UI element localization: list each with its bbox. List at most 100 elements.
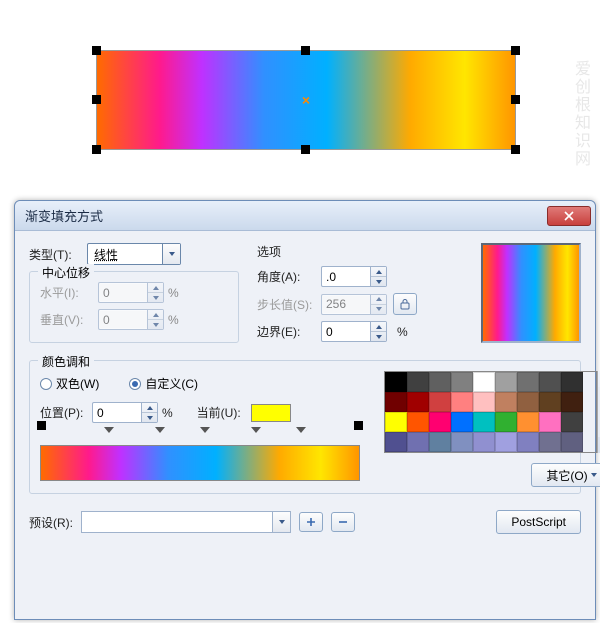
color-palette[interactable] xyxy=(384,371,597,453)
palette-cell[interactable] xyxy=(429,432,451,452)
position-label: 位置(P): xyxy=(40,404,92,421)
palette-cell[interactable] xyxy=(517,432,539,452)
current-label: 当前(U): xyxy=(197,404,251,421)
resize-handle-mid-left[interactable] xyxy=(92,95,101,104)
palette-cell[interactable] xyxy=(561,412,583,432)
two-color-radio[interactable]: 双色(W) xyxy=(40,375,99,392)
custom-radio[interactable]: 自定义(C) xyxy=(129,375,198,392)
edge-input[interactable] xyxy=(322,323,370,340)
palette-cell[interactable] xyxy=(407,392,429,412)
palette-cell[interactable] xyxy=(451,392,473,412)
selected-gradient-rect[interactable]: × xyxy=(96,50,516,150)
lock-icon xyxy=(399,298,411,310)
gradient-fill-dialog: 渐变填充方式 类型(T): 线性 中心位移 水平(I): xyxy=(14,200,596,620)
resize-handle-top-right[interactable] xyxy=(511,46,520,55)
center-marker[interactable]: × xyxy=(301,95,311,105)
horizontal-spinner xyxy=(98,282,164,303)
horizontal-label: 水平(I): xyxy=(40,284,98,301)
palette-cell[interactable] xyxy=(385,412,407,432)
canvas[interactable]: 爱创根知识网 × xyxy=(0,0,600,200)
edge-spinner[interactable] xyxy=(321,321,387,342)
position-spin-buttons[interactable] xyxy=(141,403,157,422)
chevron-down-icon xyxy=(162,244,180,264)
dialog-title: 渐变填充方式 xyxy=(25,206,547,225)
palette-cell[interactable] xyxy=(429,392,451,412)
gradient-preview xyxy=(481,243,581,343)
palette-cell[interactable] xyxy=(429,412,451,432)
resize-handle-top-mid[interactable] xyxy=(301,46,310,55)
palette-cell[interactable] xyxy=(561,392,583,412)
palette-cell[interactable] xyxy=(451,432,473,452)
palette-cell[interactable] xyxy=(517,412,539,432)
vertical-label: 垂直(V): xyxy=(40,311,98,328)
position-input[interactable] xyxy=(93,404,141,421)
angle-spin-buttons[interactable] xyxy=(370,267,386,286)
gradient-midpoint[interactable] xyxy=(200,423,210,431)
palette-cell[interactable] xyxy=(539,432,561,452)
palette-cell[interactable] xyxy=(517,372,539,392)
gradient-stop-end[interactable] xyxy=(354,421,363,430)
titlebar[interactable]: 渐变填充方式 xyxy=(15,201,595,231)
palette-cell[interactable] xyxy=(407,412,429,432)
other-colors-button[interactable]: 其它(O) xyxy=(531,463,600,487)
angle-input[interactable] xyxy=(322,268,370,285)
step-label: 步长值(S): xyxy=(257,296,321,313)
color-harmony-title: 颜色调和 xyxy=(38,353,94,370)
palette-cell[interactable] xyxy=(473,392,495,412)
palette-cell[interactable] xyxy=(429,372,451,392)
vertical-percent: % xyxy=(168,313,179,327)
resize-handle-bottom-left[interactable] xyxy=(92,145,101,154)
palette-cell[interactable] xyxy=(451,412,473,432)
horizontal-percent: % xyxy=(168,286,179,300)
position-spinner[interactable] xyxy=(92,402,158,423)
palette-cell[interactable] xyxy=(407,372,429,392)
palette-cell[interactable] xyxy=(495,372,517,392)
palette-cell[interactable] xyxy=(539,372,561,392)
palette-cell[interactable] xyxy=(385,432,407,452)
gradient-midpoint[interactable] xyxy=(155,423,165,431)
close-icon xyxy=(564,211,574,221)
palette-cell[interactable] xyxy=(539,392,561,412)
edge-spin-buttons[interactable] xyxy=(370,322,386,341)
angle-spinner[interactable] xyxy=(321,266,387,287)
postscript-button[interactable]: PostScript xyxy=(496,510,581,534)
resize-handle-bottom-right[interactable] xyxy=(511,145,520,154)
minus-icon xyxy=(338,517,348,527)
palette-cell[interactable] xyxy=(539,412,561,432)
palette-cell[interactable] xyxy=(517,392,539,412)
angle-label: 角度(A): xyxy=(257,268,321,285)
center-shift-title: 中心位移 xyxy=(38,264,94,281)
gradient-stop-start[interactable] xyxy=(37,421,46,430)
palette-cell[interactable] xyxy=(495,412,517,432)
resize-handle-mid-right[interactable] xyxy=(511,95,520,104)
lock-button[interactable] xyxy=(393,293,417,315)
palette-cell[interactable] xyxy=(473,412,495,432)
palette-cell[interactable] xyxy=(561,432,583,452)
gradient-midpoint[interactable] xyxy=(251,423,261,431)
preset-label: 预设(R): xyxy=(29,514,73,531)
options-title: 选项 xyxy=(257,243,457,260)
resize-handle-top-left[interactable] xyxy=(92,46,101,55)
palette-cell[interactable] xyxy=(407,432,429,452)
chevron-down-icon xyxy=(272,512,290,532)
palette-cell[interactable] xyxy=(385,372,407,392)
palette-cell[interactable] xyxy=(495,432,517,452)
position-percent: % xyxy=(162,406,173,420)
palette-cell[interactable] xyxy=(473,372,495,392)
palette-cell[interactable] xyxy=(561,372,583,392)
current-color-swatch[interactable] xyxy=(251,404,291,422)
palette-cell[interactable] xyxy=(495,392,517,412)
palette-cell[interactable] xyxy=(473,432,495,452)
step-input xyxy=(322,296,370,313)
add-preset-button[interactable] xyxy=(299,512,323,532)
close-button[interactable] xyxy=(547,206,591,226)
gradient-midpoint[interactable] xyxy=(296,423,306,431)
type-combo[interactable]: 线性 xyxy=(87,243,181,265)
gradient-editor-bar[interactable] xyxy=(40,445,360,481)
resize-handle-bottom-mid[interactable] xyxy=(301,145,310,154)
gradient-midpoint[interactable] xyxy=(104,423,114,431)
palette-cell[interactable] xyxy=(385,392,407,412)
palette-cell[interactable] xyxy=(451,372,473,392)
remove-preset-button[interactable] xyxy=(331,512,355,532)
preset-combo[interactable] xyxy=(81,511,291,533)
